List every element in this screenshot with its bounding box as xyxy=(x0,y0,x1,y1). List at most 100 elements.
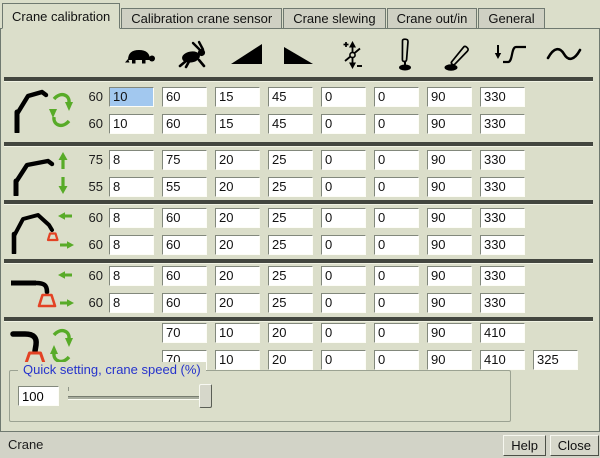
tab-crane-slewing[interactable]: Crane slewing xyxy=(283,8,385,28)
table-row: 60 xyxy=(1,83,599,110)
value-input[interactable] xyxy=(427,114,472,134)
value-input[interactable] xyxy=(480,293,525,313)
value-input[interactable] xyxy=(374,235,419,255)
value-input[interactable] xyxy=(268,87,313,107)
value-input[interactable] xyxy=(374,323,419,343)
value-input[interactable] xyxy=(427,208,472,228)
value-input[interactable] xyxy=(109,114,154,134)
value-input[interactable] xyxy=(268,266,313,286)
value-input[interactable] xyxy=(427,177,472,197)
value-input[interactable] xyxy=(162,235,207,255)
tab-bar: Crane calibration Calibration crane sens… xyxy=(0,0,600,29)
value-input[interactable] xyxy=(162,150,207,170)
crane-speed-input[interactable] xyxy=(18,386,59,406)
ramp-down-icon xyxy=(272,35,325,75)
group-boom-up-down: 75 55 xyxy=(1,146,599,200)
value-input[interactable] xyxy=(374,293,419,313)
value-input[interactable] xyxy=(162,293,207,313)
value-input[interactable] xyxy=(427,87,472,107)
adjust-plus-minus-icon xyxy=(325,35,378,75)
value-input[interactable] xyxy=(268,208,313,228)
value-input[interactable] xyxy=(374,350,419,370)
group-jib-in-out: 60 60 xyxy=(1,204,599,258)
value-input[interactable] xyxy=(215,177,260,197)
tab-crane-calibration[interactable]: Crane calibration xyxy=(2,3,120,29)
tab-calibration-crane-sensor[interactable]: Calibration crane sensor xyxy=(121,8,282,28)
value-input[interactable] xyxy=(215,266,260,286)
value-input[interactable] xyxy=(427,350,472,370)
value-input[interactable] xyxy=(374,87,419,107)
value-input[interactable] xyxy=(321,323,366,343)
table-row: 60 xyxy=(1,262,599,289)
value-input[interactable] xyxy=(427,323,472,343)
crane-extension-in-out-icon xyxy=(8,266,74,312)
value-input[interactable] xyxy=(321,177,366,197)
value-input[interactable] xyxy=(374,150,419,170)
value-input[interactable] xyxy=(321,293,366,313)
value-input[interactable] xyxy=(162,266,207,286)
value-input[interactable] xyxy=(480,266,525,286)
value-input[interactable] xyxy=(480,87,525,107)
value-input[interactable] xyxy=(268,293,313,313)
value-input[interactable] xyxy=(215,323,260,343)
value-input[interactable] xyxy=(162,323,207,343)
value-input[interactable] xyxy=(480,177,525,197)
wave-icon xyxy=(537,35,590,75)
value-input[interactable] xyxy=(162,114,207,134)
value-input[interactable] xyxy=(321,266,366,286)
value-input[interactable] xyxy=(268,350,313,370)
row-static-value: 75 xyxy=(73,152,109,167)
value-input[interactable] xyxy=(321,114,366,134)
value-input[interactable] xyxy=(109,208,154,228)
value-input[interactable] xyxy=(480,323,525,343)
value-input[interactable] xyxy=(268,150,313,170)
value-input[interactable] xyxy=(374,266,419,286)
value-input[interactable] xyxy=(215,87,260,107)
group-separator xyxy=(4,77,593,82)
help-button[interactable]: Help xyxy=(503,435,546,456)
value-input[interactable] xyxy=(480,350,525,370)
value-input[interactable] xyxy=(268,114,313,134)
value-input[interactable] xyxy=(321,150,366,170)
value-input[interactable] xyxy=(427,150,472,170)
value-input[interactable] xyxy=(215,114,260,134)
crane-speed-slider-track[interactable] xyxy=(68,396,210,400)
value-input[interactable] xyxy=(321,208,366,228)
value-input[interactable] xyxy=(374,114,419,134)
value-input[interactable] xyxy=(480,208,525,228)
value-input[interactable] xyxy=(109,293,154,313)
lever-upright-icon xyxy=(378,35,431,75)
value-input[interactable] xyxy=(268,177,313,197)
value-input[interactable] xyxy=(215,235,260,255)
value-input[interactable] xyxy=(480,235,525,255)
value-input[interactable] xyxy=(215,208,260,228)
value-input[interactable] xyxy=(162,177,207,197)
value-input[interactable] xyxy=(427,235,472,255)
close-button[interactable]: Close xyxy=(550,435,599,456)
value-input[interactable] xyxy=(321,235,366,255)
value-input[interactable] xyxy=(215,350,260,370)
value-input[interactable] xyxy=(427,266,472,286)
value-input[interactable] xyxy=(427,293,472,313)
value-input[interactable] xyxy=(109,150,154,170)
value-input[interactable] xyxy=(109,177,154,197)
value-input[interactable] xyxy=(162,87,207,107)
value-input[interactable] xyxy=(268,323,313,343)
value-input[interactable] xyxy=(321,87,366,107)
value-input[interactable] xyxy=(162,208,207,228)
value-input[interactable] xyxy=(268,235,313,255)
value-input[interactable] xyxy=(480,114,525,134)
value-input[interactable] xyxy=(374,177,419,197)
value-input[interactable] xyxy=(109,266,154,286)
value-input[interactable] xyxy=(215,293,260,313)
tab-general[interactable]: General xyxy=(478,8,544,28)
value-input[interactable] xyxy=(321,350,366,370)
tab-crane-out-in[interactable]: Crane out/in xyxy=(387,8,478,28)
value-input[interactable] xyxy=(480,150,525,170)
value-input[interactable] xyxy=(109,235,154,255)
value-input[interactable] xyxy=(215,150,260,170)
value-input[interactable] xyxy=(533,350,578,370)
crane-speed-slider-thumb[interactable] xyxy=(199,384,212,408)
value-input[interactable] xyxy=(109,87,154,107)
value-input[interactable] xyxy=(374,208,419,228)
